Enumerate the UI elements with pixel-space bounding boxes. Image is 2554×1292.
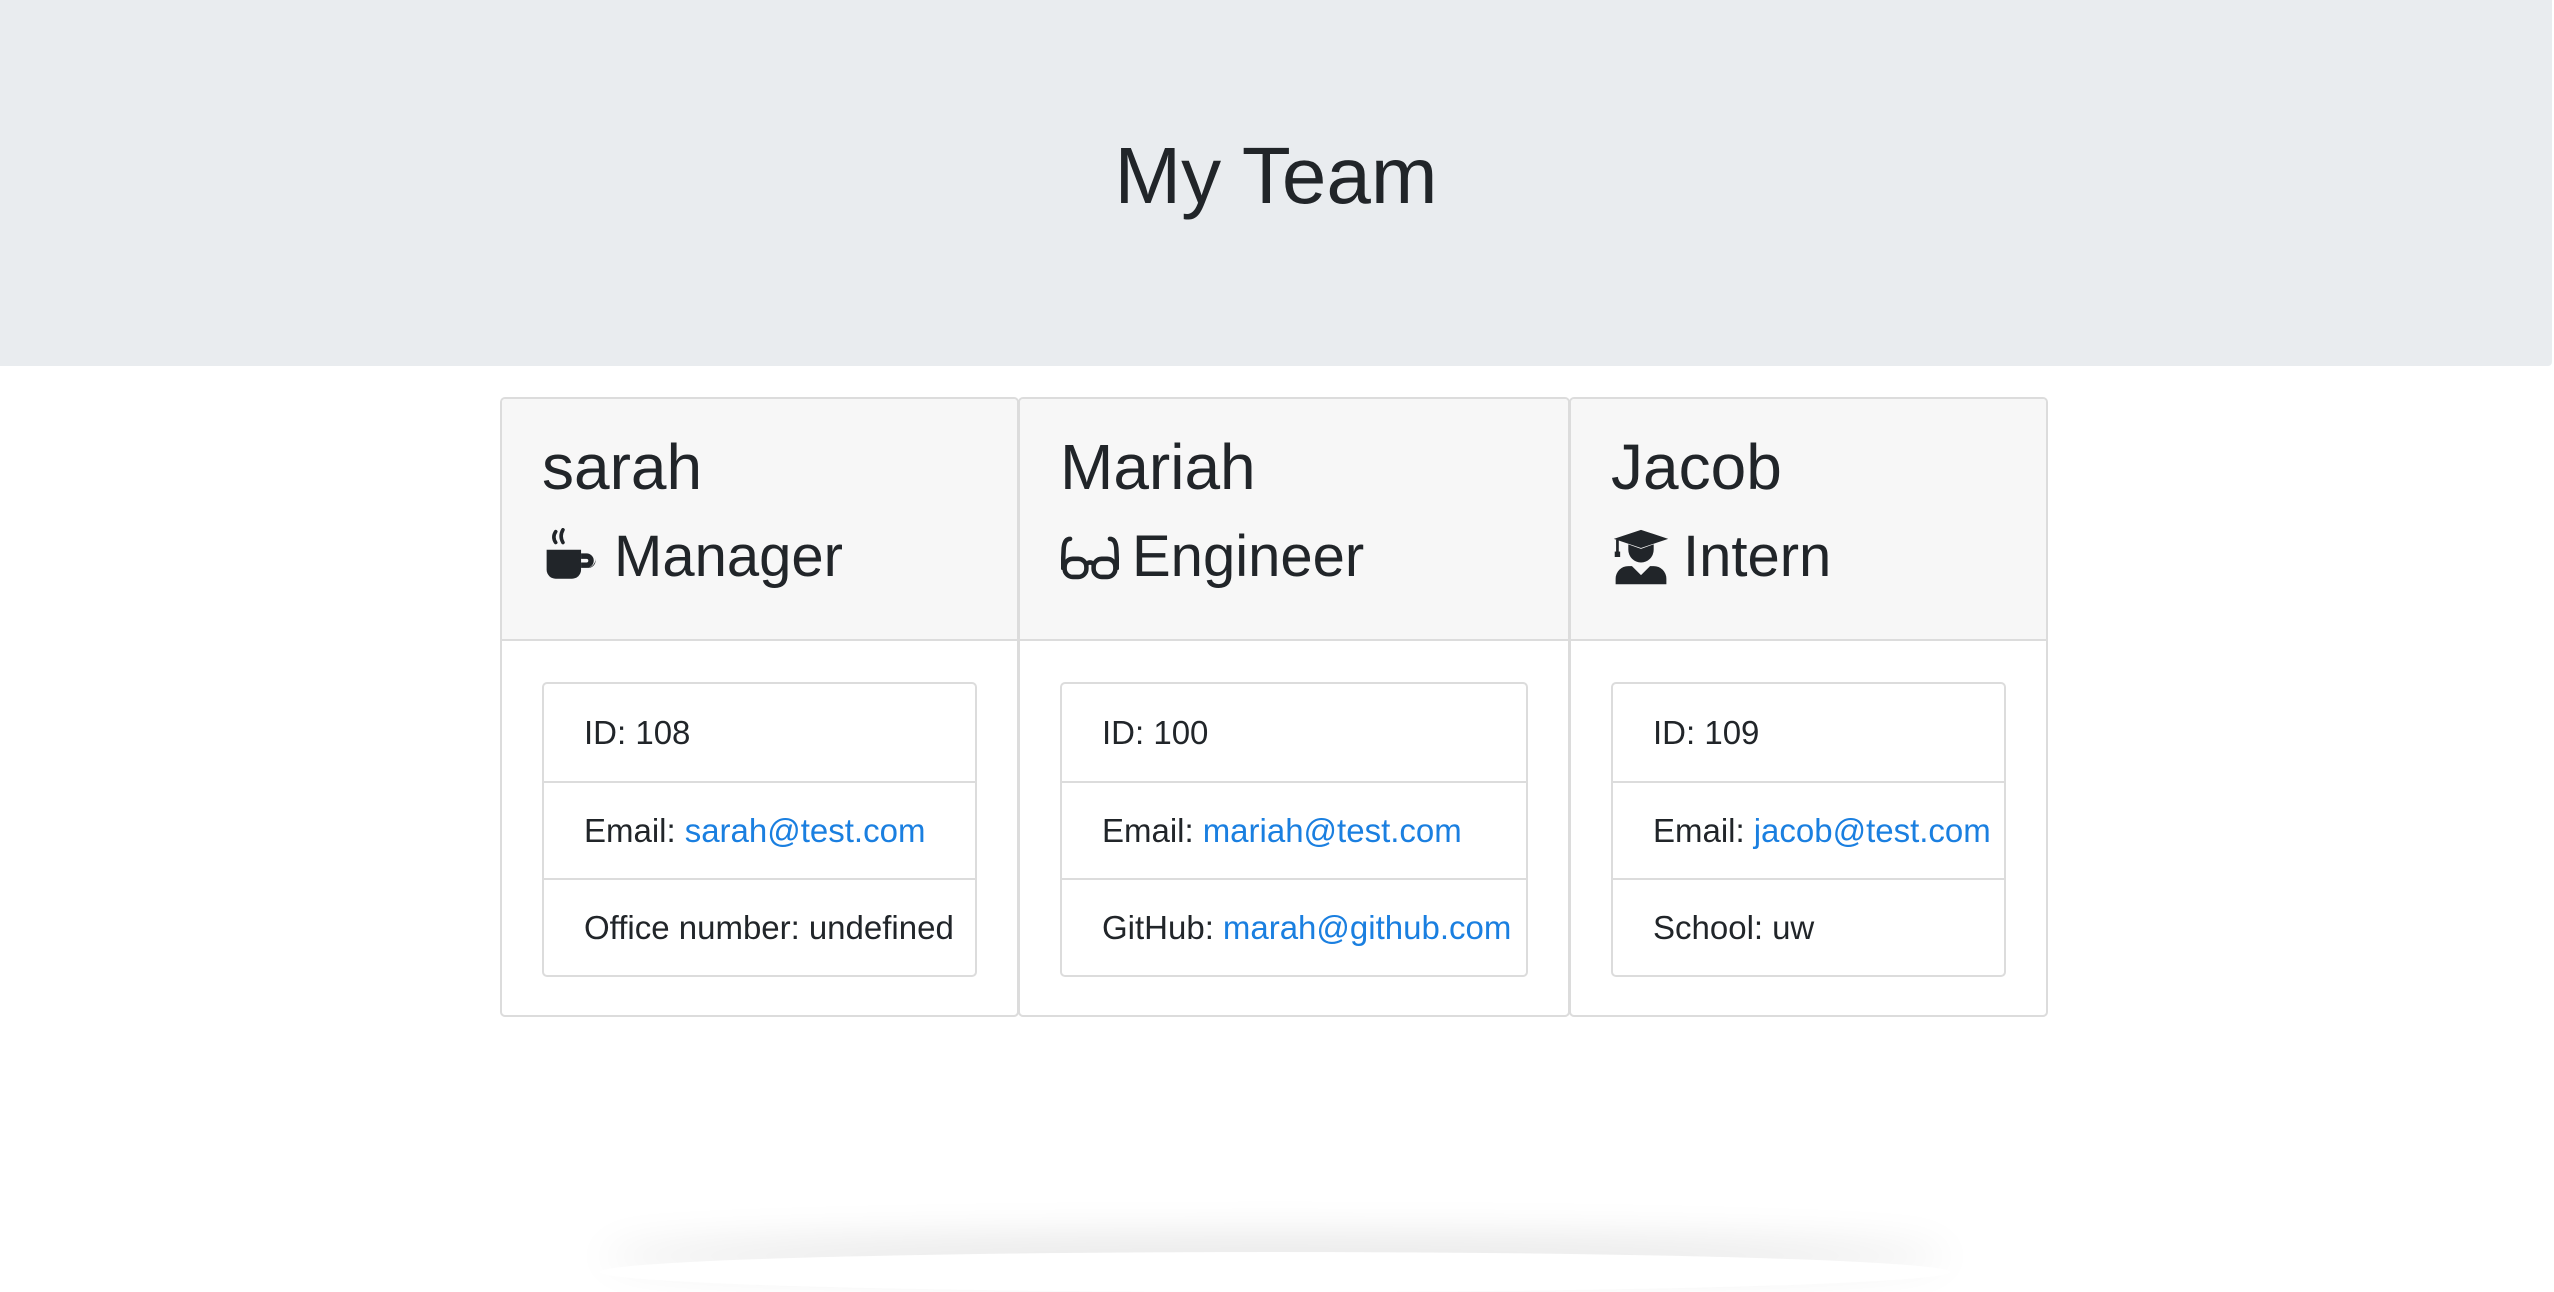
- role-label: Manager: [614, 524, 843, 589]
- email-label: Email:: [584, 811, 676, 849]
- list-item-id: ID: 108: [544, 684, 975, 781]
- list-item-email: Email: mariah@test.com: [1062, 781, 1526, 878]
- card-header: Jacob Intern: [1571, 399, 2046, 641]
- list-item-id: ID: 109: [1613, 684, 2004, 781]
- list-item-office: Office number: undefined: [544, 878, 975, 975]
- employee-card-intern: Jacob Intern ID: 109 Email: jacob@test.co…: [1569, 397, 2048, 1017]
- employee-details: ID: 100 Email: mariah@test.com GitHub: mar…: [1060, 682, 1528, 977]
- github-label: GitHub:: [1102, 908, 1214, 946]
- glasses-icon: [1060, 527, 1120, 587]
- graduate-icon: [1611, 527, 1671, 587]
- employee-role: Intern: [1611, 519, 1831, 595]
- email-link[interactable]: jacob@test.com: [1754, 812, 1991, 850]
- employee-name: Mariah: [1060, 431, 1256, 503]
- employee-role: Engineer: [1060, 519, 1364, 595]
- github-link[interactable]: marah@github.com: [1223, 909, 1511, 947]
- office-label: Office number:: [584, 908, 800, 946]
- list-item-email: Email: sarah@test.com: [544, 781, 975, 878]
- id-text: ID: 100: [1102, 713, 1209, 751]
- id-text: ID: 108: [584, 713, 691, 751]
- card-header: Mariah Engineer: [1020, 399, 1568, 641]
- email-link[interactable]: sarah@test.com: [685, 812, 926, 850]
- email-label: Email:: [1102, 811, 1194, 849]
- school-label: School:: [1653, 908, 1764, 946]
- email-label: Email:: [1653, 811, 1745, 849]
- employee-card-engineer: Mariah Engineer ID: 100 Email: mariah@tes…: [1018, 397, 1570, 1017]
- id-text: ID: 109: [1653, 713, 1760, 751]
- list-item-id: ID: 100: [1062, 684, 1526, 781]
- list-item-github: GitHub: marah@github.com: [1062, 878, 1526, 975]
- header-jumbotron: My Team: [0, 0, 2552, 366]
- card-header: sarah Manager: [502, 399, 1017, 641]
- list-item-email: Email: jacob@test.com: [1613, 781, 2004, 878]
- list-item-school: School: uw: [1613, 878, 2004, 975]
- employee-name: sarah: [542, 431, 703, 503]
- office-value: undefined: [808, 908, 954, 946]
- employee-card-manager: sarah Manager ID: 108 Email: sarah@test.c…: [500, 397, 1019, 1017]
- employee-details: ID: 108 Email: sarah@test.com Office numb…: [542, 682, 977, 977]
- school-value: uw: [1772, 908, 1815, 946]
- role-label: Engineer: [1132, 524, 1365, 589]
- bottom-shadow: [600, 1252, 1950, 1292]
- coffee-mug-icon: [542, 527, 602, 587]
- employee-details: ID: 109 Email: jacob@test.com School: uw: [1611, 682, 2006, 977]
- page-title: My Team: [1114, 131, 1438, 220]
- email-link[interactable]: mariah@test.com: [1203, 812, 1462, 850]
- employee-role: Manager: [542, 519, 843, 595]
- employee-name: Jacob: [1611, 431, 1782, 503]
- role-label: Intern: [1683, 524, 1832, 589]
